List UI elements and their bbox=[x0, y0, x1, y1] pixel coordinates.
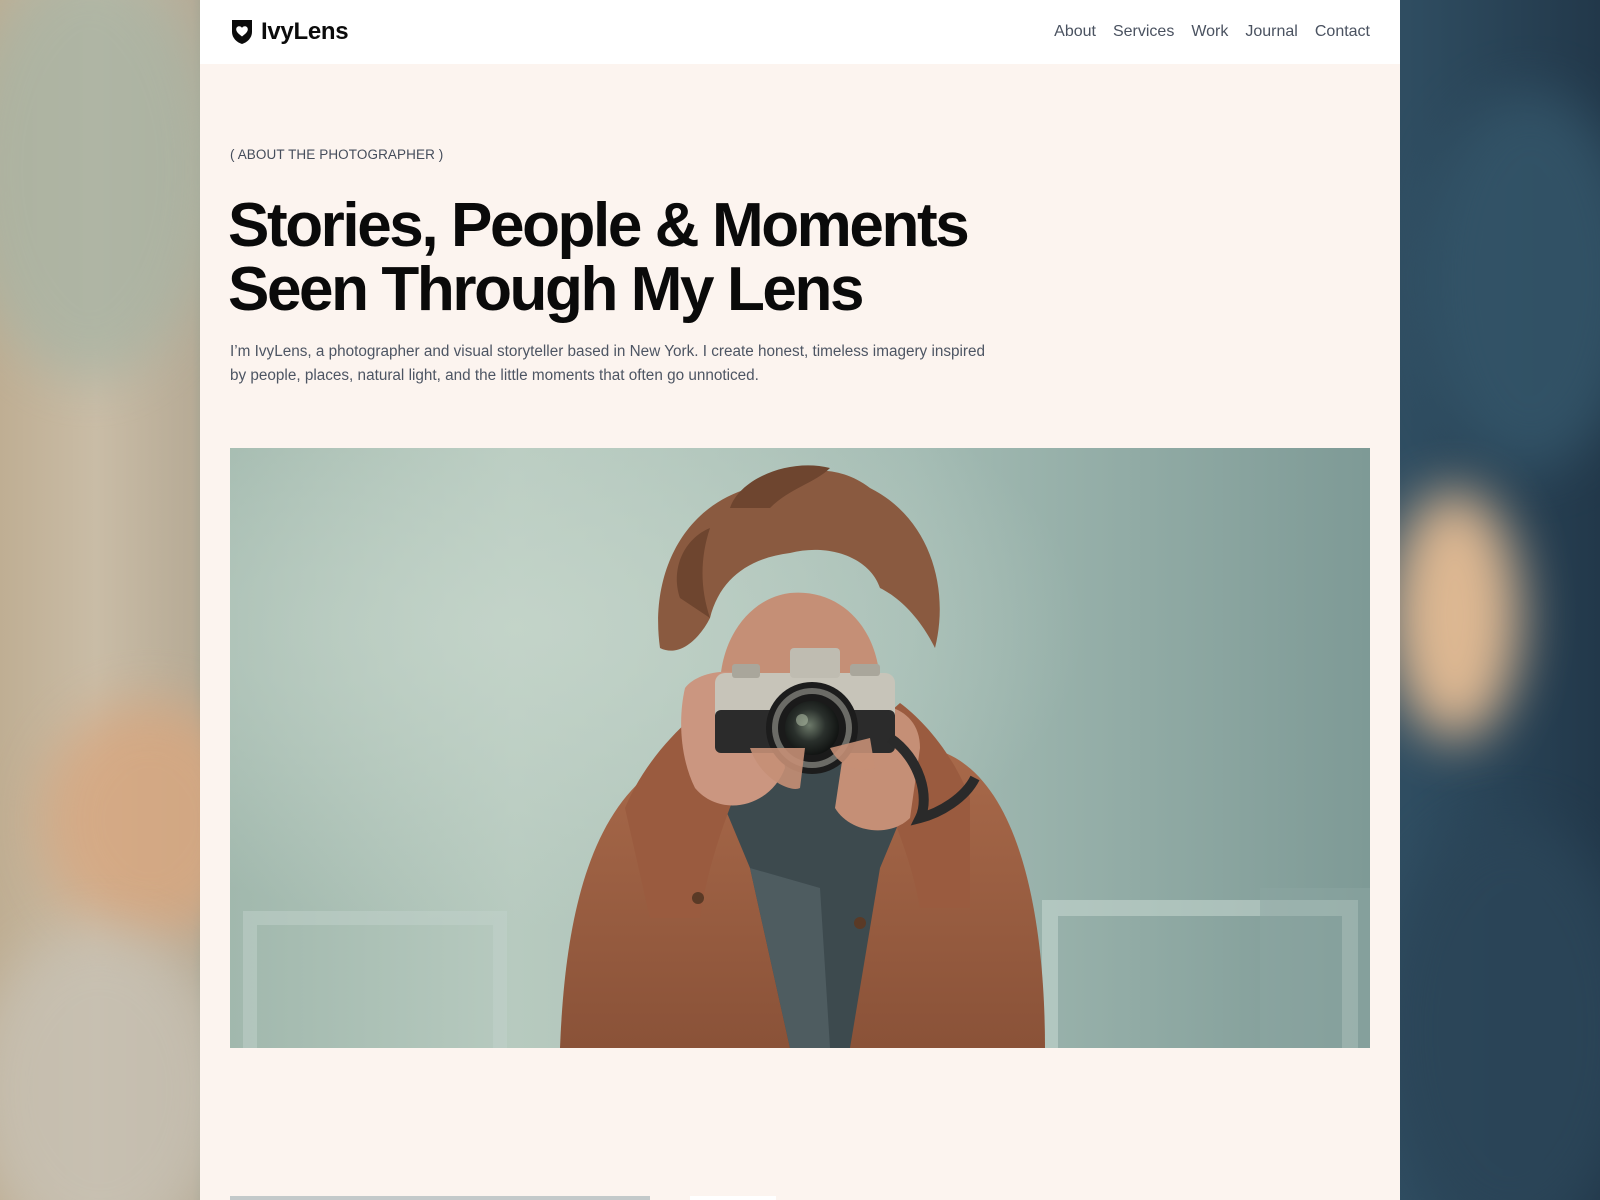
nav-link-work[interactable]: Work bbox=[1191, 23, 1228, 41]
intro-line-2: by people, places, natural light, and th… bbox=[230, 367, 759, 384]
main-nav: About Services Work Journal Contact bbox=[1054, 23, 1370, 41]
nav-link-contact[interactable]: Contact bbox=[1315, 23, 1370, 41]
shield-heart-icon bbox=[230, 19, 254, 45]
hero-title-line-1: Stories, People & Moments bbox=[228, 191, 970, 260]
intro-line-1: I’m IvyLens, a photographer and visual s… bbox=[230, 343, 986, 360]
hero-title-line-2: Seen Through My Lens bbox=[228, 255, 864, 324]
intro-paragraph: I’m IvyLens, a photographer and visual s… bbox=[230, 340, 1030, 388]
nav-link-services[interactable]: Services bbox=[1113, 23, 1174, 41]
photographer-with-camera-photo bbox=[230, 448, 1370, 1048]
top-navbar: IvyLens About Services Work Journal Cont… bbox=[200, 0, 1400, 64]
nav-link-journal[interactable]: Journal bbox=[1245, 23, 1297, 41]
brand-logo-link[interactable]: IvyLens bbox=[230, 18, 349, 46]
nav-link-about[interactable]: About bbox=[1054, 23, 1096, 41]
section-eyebrow: ( ABOUT THE PHOTOGRAPHER ) bbox=[230, 147, 444, 162]
brand-name: IvyLens bbox=[261, 18, 349, 45]
hero-title: Stories, People & Moments Seen Through M… bbox=[228, 194, 1128, 322]
page-container: IvyLens About Services Work Journal Cont… bbox=[200, 0, 1400, 1200]
next-section-card-edge bbox=[690, 1196, 776, 1200]
next-section-image-edge bbox=[230, 1196, 650, 1200]
